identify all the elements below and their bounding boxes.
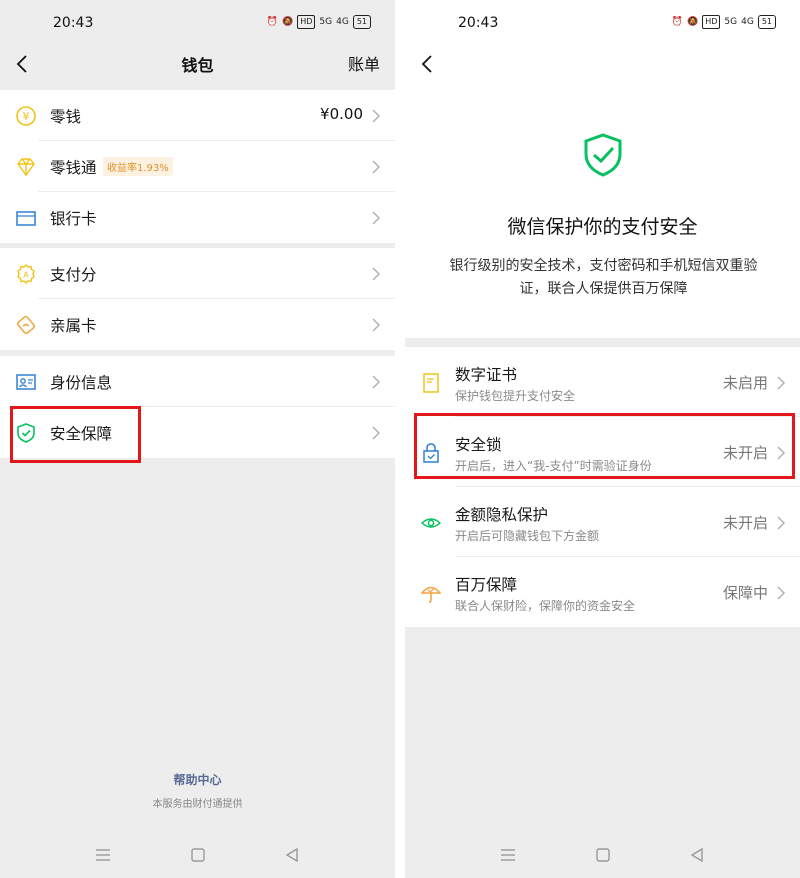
security-description: 银行级别的安全技术，支付密码和手机短信双重验证，联合人保提供百万保障	[449, 258, 758, 297]
chevron-right-icon	[372, 318, 381, 332]
row-family-card[interactable]: 亲属卡	[0, 299, 395, 350]
chevron-right-icon	[777, 516, 786, 530]
row-amount-privacy[interactable]: 金额隐私保护 开启后可隐藏钱包下方金额 未开启	[405, 487, 800, 557]
status-time: 20:43	[458, 15, 499, 31]
chevron-right-icon	[777, 586, 786, 600]
mute-icon: 🔕	[282, 17, 294, 27]
alarm-icon: ⏰	[266, 17, 278, 27]
nav-bar	[405, 46, 800, 82]
row-label: 亲属卡	[50, 317, 97, 335]
hd-icon: HD	[297, 15, 316, 29]
signal-5g-icon: 5G	[319, 17, 333, 27]
signal-5g-icon: 5G	[724, 17, 738, 27]
status-bar: 20:43 ⏰ 🔕 HD 5G 4G 51	[405, 0, 800, 46]
square-icon	[191, 848, 205, 862]
recent-apps-button[interactable]	[498, 845, 518, 865]
row-label: 支付分	[50, 266, 97, 284]
chevron-right-icon	[777, 376, 786, 390]
row-title: 数字证书	[455, 366, 518, 384]
row-subtitle: 联合人保财险，保障你的资金安全	[455, 599, 636, 613]
eye-icon	[421, 512, 441, 534]
row-label: 身份信息	[50, 374, 113, 392]
svg-text:¥: ¥	[23, 110, 30, 123]
mute-icon: 🔕	[687, 17, 699, 27]
system-back-button[interactable]	[282, 845, 302, 865]
menu-icon	[96, 849, 110, 861]
svg-text:A: A	[23, 271, 29, 280]
battery-icon: 51	[757, 15, 776, 29]
row-label: 零钱	[50, 108, 82, 126]
square-icon	[596, 848, 610, 862]
system-nav-bar	[0, 840, 395, 870]
row-identity-info[interactable]: 身份信息	[0, 356, 395, 407]
chevron-right-icon	[372, 267, 381, 281]
chevron-right-icon	[372, 109, 381, 123]
umbrella-icon	[421, 582, 441, 604]
back-button[interactable]	[413, 50, 441, 78]
shield-check-icon	[584, 133, 622, 177]
chevron-right-icon	[372, 160, 381, 174]
status-icons: ⏰ 🔕 HD 5G 4G 51	[672, 15, 776, 29]
chevron-right-icon	[372, 426, 381, 440]
balance-value: ¥0.00	[320, 105, 363, 123]
chevron-right-icon	[372, 211, 381, 225]
home-button[interactable]	[593, 845, 613, 865]
row-status: 未启用	[722, 374, 768, 392]
row-title: 百万保障	[455, 576, 518, 594]
id-card-icon	[15, 371, 37, 393]
security-title: 微信保护你的支付安全	[507, 216, 698, 238]
battery-icon: 51	[352, 15, 371, 29]
family-card-icon	[15, 314, 37, 336]
row-pay-score[interactable]: A 支付分	[0, 248, 395, 299]
yen-icon: ¥	[15, 105, 37, 127]
row-change[interactable]: ¥ 零钱 ¥0.00	[0, 90, 395, 141]
yield-badge: 收益率1.93%	[103, 157, 173, 176]
status-time: 20:43	[53, 15, 94, 31]
row-lingqiantong[interactable]: 零钱通 收益率1.93%	[0, 141, 395, 192]
signal-4g-icon: 4G	[336, 17, 349, 27]
bank-card-icon	[15, 207, 37, 229]
system-back-button[interactable]	[687, 845, 707, 865]
help-center-link[interactable]: 帮助中心	[0, 771, 395, 788]
row-subtitle: 保护钱包提升支付安全	[455, 389, 576, 403]
bill-button[interactable]: 账单	[348, 51, 380, 75]
wallet-screen: 20:43 ⏰ 🔕 HD 5G 4G 51 钱包 账单 ¥ 零钱 ¥0.00 零…	[0, 0, 395, 878]
status-bar: 20:43 ⏰ 🔕 HD 5G 4G 51	[0, 0, 395, 46]
row-label: 银行卡	[50, 210, 97, 228]
row-status: 保障中	[722, 584, 768, 602]
service-provider-note: 本服务由财付通提供	[152, 799, 243, 810]
triangle-back-icon	[690, 848, 703, 862]
highlight-box-security-lock	[414, 413, 795, 479]
hd-icon: HD	[702, 15, 721, 29]
chevron-right-icon	[372, 375, 381, 389]
diamond-icon	[15, 156, 37, 178]
system-nav-bar	[405, 840, 800, 870]
menu-icon	[501, 849, 515, 861]
row-label: 零钱通	[50, 159, 97, 177]
row-title: 金额隐私保护	[455, 506, 549, 524]
row-bank-card[interactable]: 银行卡	[0, 192, 395, 243]
home-button[interactable]	[188, 845, 208, 865]
wallet-group-funds: ¥ 零钱 ¥0.00 零钱通 收益率1.93% 银行卡	[0, 90, 395, 243]
status-icons: ⏰ 🔕 HD 5G 4G 51	[267, 15, 371, 29]
nav-bar: 钱包 账单	[0, 46, 395, 82]
page-title: 钱包	[181, 56, 214, 75]
row-status: 未开启	[722, 514, 768, 532]
row-digital-certificate[interactable]: 数字证书 保护钱包提升支付安全 未启用	[405, 347, 800, 417]
recent-apps-button[interactable]	[93, 845, 113, 865]
security-hero: 20:43 ⏰ 🔕 HD 5G 4G 51 微信保护你的支付安全 银行级别的安全…	[405, 0, 800, 338]
highlight-box-security-guarantee	[10, 406, 141, 463]
certificate-icon	[421, 372, 441, 394]
row-subtitle: 开启后可隐藏钱包下方金额	[455, 529, 600, 543]
chevron-left-icon	[421, 55, 432, 73]
alarm-icon: ⏰	[671, 17, 683, 27]
triangle-back-icon	[285, 848, 298, 862]
pay-score-icon: A	[15, 263, 37, 285]
signal-4g-icon: 4G	[741, 17, 754, 27]
security-screen: 20:43 ⏰ 🔕 HD 5G 4G 51 微信保护你的支付安全 银行级别的安全…	[405, 0, 800, 878]
wallet-group-services: A 支付分 亲属卡	[0, 248, 395, 350]
row-million-guarantee[interactable]: 百万保障 联合人保财险，保障你的资金安全 保障中	[405, 557, 800, 627]
